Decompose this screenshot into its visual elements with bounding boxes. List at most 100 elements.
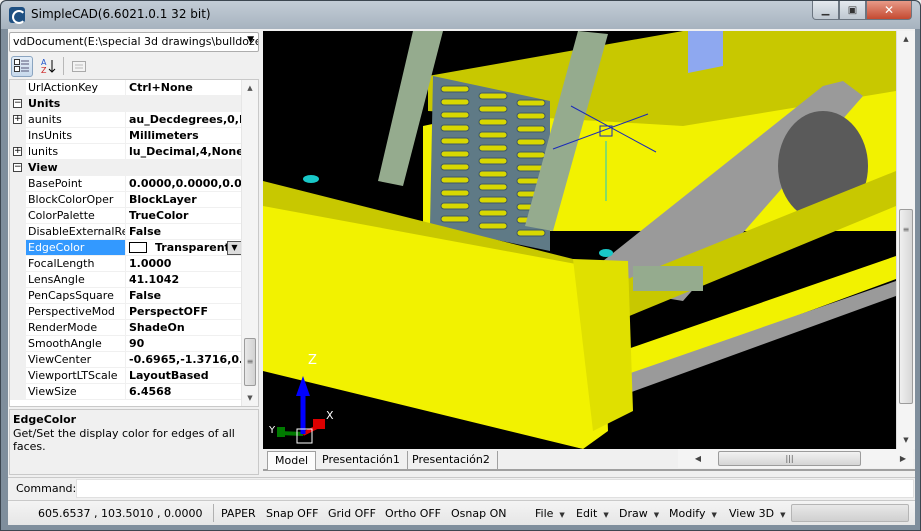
scroll-down-icon[interactable]: ▼	[897, 432, 915, 449]
property-value[interactable]: 6.4568	[126, 384, 243, 400]
minimize-button[interactable]: ▁	[812, 1, 839, 20]
property-row[interactable]: PerspectiveMod PerspectOFF	[10, 304, 258, 320]
property-row[interactable]: EdgeColor Transparent ▼	[10, 240, 258, 256]
property-row[interactable]: LensAngle 41.1042	[10, 272, 258, 288]
scrollbar-thumb[interactable]: |||	[718, 451, 861, 466]
scroll-up-icon[interactable]: ▲	[242, 80, 258, 96]
property-row[interactable]: UrlActionKey Ctrl+None	[10, 80, 258, 96]
property-value[interactable]: Millimeters	[126, 128, 243, 144]
menu-edit[interactable]: Edit ▼	[576, 507, 609, 520]
property-row[interactable]: + aunitsau_Decdegrees,0,None	[10, 112, 258, 128]
ortho-toggle[interactable]: Ortho OFF	[385, 507, 441, 520]
tab-presentacion2[interactable]: Presentación2	[405, 451, 498, 470]
menu-draw[interactable]: Draw ▼	[619, 507, 659, 520]
snap-toggle[interactable]: Snap OFF	[266, 507, 319, 520]
property-row[interactable]: ColorPalette TrueColor	[10, 208, 258, 224]
property-value[interactable]: 41.1042	[126, 272, 243, 288]
property-grid-scrollbar[interactable]: ▲ ≡ ▼	[241, 80, 258, 406]
property-name: LensAngle	[26, 272, 126, 288]
property-value[interactable]: 1.0000	[126, 256, 243, 272]
property-row[interactable]: ViewSize 6.4568	[10, 384, 258, 400]
row-gutter	[10, 224, 26, 240]
grille-slot	[478, 144, 508, 152]
property-row[interactable]: RenderMode ShadeOn	[10, 320, 258, 336]
command-input[interactable]	[76, 479, 914, 498]
property-pages-button[interactable]	[68, 56, 90, 77]
property-category[interactable]: − Units	[10, 96, 258, 112]
property-value[interactable]: TrueColor	[126, 208, 243, 224]
property-value[interactable]: LayoutBased	[126, 368, 243, 384]
menu-modify[interactable]: Modify ▼	[669, 507, 717, 520]
scroll-down-icon[interactable]: ▼	[242, 390, 258, 406]
row-gutter: −	[10, 160, 26, 176]
close-button[interactable]: ✕	[866, 1, 912, 20]
expand-icon[interactable]: +	[13, 147, 22, 156]
property-value[interactable]: 90	[126, 336, 243, 352]
property-value[interactable]: au_Decdegrees,0,None	[126, 112, 243, 128]
command-label: Command:	[16, 482, 77, 495]
osnap-toggle[interactable]: Osnap ON	[451, 507, 506, 520]
grille-slot	[478, 209, 508, 217]
menu-file[interactable]: File ▼	[535, 507, 565, 520]
scrollbar-thumb[interactable]: ≡	[244, 338, 256, 386]
property-row[interactable]: DisableExternalRefeFalse	[10, 224, 258, 240]
property-row[interactable]: FocalLength 1.0000	[10, 256, 258, 272]
property-value[interactable]: BlockLayer	[126, 192, 243, 208]
property-value[interactable]: False	[126, 288, 243, 304]
document-selector[interactable]: vdDocument(E:\special 3d drawings\bulldo…	[9, 32, 259, 52]
grid-toggle[interactable]: Grid OFF	[328, 507, 376, 520]
title-bar[interactable]: SimpleCAD(6.6021.0.1 32 bit) ▁ ▣ ✕	[1, 1, 920, 29]
viewport-horizontal-scrollbar[interactable]: ◀ ||| ▶	[678, 449, 913, 468]
property-value[interactable]: False	[126, 224, 243, 240]
property-value[interactable]: Ctrl+None	[126, 80, 243, 96]
property-value[interactable]: Transparent ▼	[126, 240, 243, 256]
az-sort-icon: AZ	[41, 58, 56, 74]
property-row[interactable]: + lunits lu_Decimal,4,None	[10, 144, 258, 160]
property-row[interactable]: ViewCenter-0.6965,-1.3716,0.0000	[10, 352, 258, 368]
grille-slot	[440, 111, 470, 119]
property-row[interactable]: InsUnits Millimeters	[10, 128, 258, 144]
property-row[interactable]: ViewportLTScale LayoutBased	[10, 368, 258, 384]
tab-presentacion1[interactable]: Presentación1	[315, 451, 408, 470]
maximize-button[interactable]: ▣	[839, 1, 866, 20]
space-toggle[interactable]: PAPER	[221, 507, 256, 520]
menu-view3d[interactable]: View 3D ▼	[729, 507, 785, 520]
maximize-icon: ▣	[847, 4, 858, 16]
minimize-icon: ▁	[821, 4, 830, 16]
scrollbar-thumb[interactable]: ≡	[899, 209, 913, 404]
chevron-down-icon[interactable]: ▼	[227, 241, 242, 255]
property-category[interactable]: − View	[10, 160, 258, 176]
property-value[interactable]: ShadeOn	[126, 320, 243, 336]
property-value[interactable]: -0.6965,-1.3716,0.0000	[126, 352, 243, 368]
dropdown-arrow-icon: ▼	[653, 511, 660, 519]
viewport-vertical-scrollbar[interactable]: ▲ ≡ ▼	[896, 31, 915, 449]
grille-slot	[478, 157, 508, 165]
property-name: lunits	[26, 144, 126, 160]
property-row[interactable]: SmoothAngle 90	[10, 336, 258, 352]
scroll-left-icon[interactable]: ◀	[690, 449, 706, 468]
property-row[interactable]: BlockColorOper BlockLayer	[10, 192, 258, 208]
property-row[interactable]: BasePoint0.0000,0.0000,0.0000	[10, 176, 258, 192]
row-gutter	[10, 272, 26, 288]
property-value[interactable]: PerspectOFF	[126, 304, 243, 320]
grille-slot	[516, 151, 546, 159]
app-window: SimpleCAD(6.6021.0.1 32 bit) ▁ ▣ ✕ vdDoc…	[0, 0, 921, 531]
property-row[interactable]: PenCapsSquare False	[10, 288, 258, 304]
scroll-right-icon[interactable]: ▶	[895, 449, 911, 468]
property-value[interactable]: 0.0000,0.0000,0.0000	[126, 176, 243, 192]
scroll-up-icon[interactable]: ▲	[897, 31, 915, 48]
collapse-icon[interactable]: −	[13, 163, 22, 172]
drawing-viewport[interactable]: Z X Y	[263, 31, 896, 449]
alphabetical-sort-button[interactable]: AZ	[37, 56, 59, 77]
expand-icon[interactable]: +	[13, 115, 22, 124]
property-value[interactable]: lu_Decimal,4,None	[126, 144, 243, 160]
status-separator	[213, 504, 214, 522]
tab-model[interactable]: Model	[267, 451, 317, 470]
ucs-z-label: Z	[308, 353, 317, 368]
categorized-view-button[interactable]	[11, 55, 33, 77]
row-gutter	[10, 192, 26, 208]
property-name: EdgeColor	[26, 240, 126, 256]
grille-slot	[440, 202, 470, 210]
dropdown-arrow-icon: ▼	[711, 511, 717, 519]
collapse-icon[interactable]: −	[13, 99, 22, 108]
